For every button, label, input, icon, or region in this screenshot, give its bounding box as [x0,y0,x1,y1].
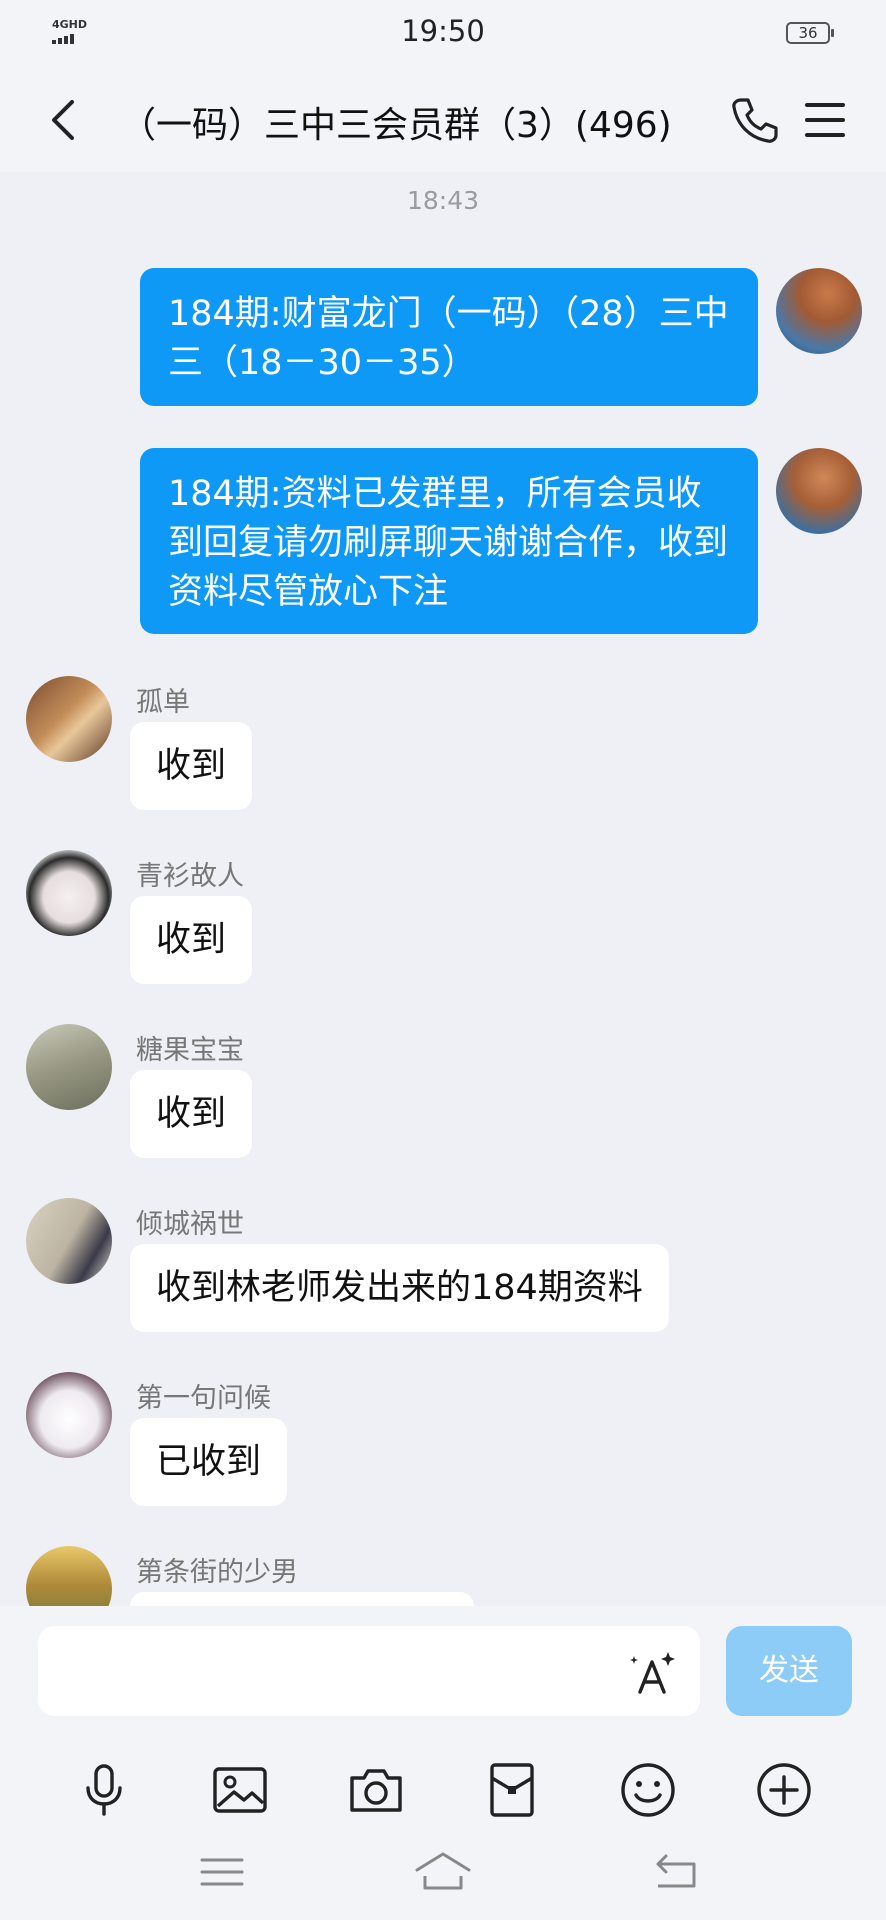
member-avatar[interactable] [26,1546,112,1606]
font-style-icon[interactable] [628,1650,678,1694]
battery-icon: 36 [786,22,834,44]
member-avatar[interactable] [26,1198,112,1284]
chat-header: （一码）三中三会员群（3）(496) [0,68,886,172]
member-name: 倾城祸世 [136,1209,244,1240]
send-button[interactable]: 发送 [726,1626,852,1716]
red-packet-icon[interactable] [482,1760,542,1820]
message-timestamp: 18:43 [406,186,480,215]
home-icon[interactable] [413,1842,473,1902]
member-name: 第条街的少男 [136,1557,298,1588]
received-message-bubble[interactable]: 收到 [130,1070,253,1158]
image-icon[interactable] [210,1760,270,1820]
camera-icon[interactable] [346,1760,406,1820]
member-name: 孤单 [136,687,190,718]
member-name: 第一句问候 [136,1383,271,1414]
my-avatar[interactable] [776,268,862,354]
sent-message-bubble[interactable]: 184期:财富龙门（一码）（28）三中三（18－30－35） [140,268,758,406]
input-bar: 发送 [0,1606,886,1920]
recent-apps-icon[interactable] [192,1842,252,1902]
back-icon[interactable] [44,98,84,142]
message-list[interactable]: 18:43 184期:财富龙门（一码）（28）三中三（18－30－35） 184… [0,172,886,1606]
back-nav-icon[interactable] [646,1842,706,1902]
member-avatar[interactable] [26,850,112,936]
emoji-icon[interactable] [618,1760,678,1820]
phone-icon[interactable] [728,94,780,146]
member-avatar[interactable] [26,1024,112,1110]
member-avatar[interactable] [26,676,112,762]
member-avatar[interactable] [26,1372,112,1458]
status-time: 19:50 [401,14,485,48]
status-bar: 4GHD 19:50 36 [0,0,886,68]
sent-message-bubble[interactable]: 184期:资料已发群里，所有会员收到回复请勿刷屏聊天谢谢合作，收到资料尽管放心下… [140,448,758,634]
received-message-bubble[interactable]: 收到 [130,722,253,810]
menu-icon[interactable] [804,100,846,140]
plus-icon[interactable] [754,1760,814,1820]
member-name: 糖果宝宝 [136,1035,244,1066]
chat-title: （一码）三中三会员群（3）(496) [120,105,672,146]
received-message-bubble[interactable]: 已收到 [130,1418,288,1506]
received-message-bubble[interactable] [130,1592,474,1606]
my-avatar[interactable] [776,448,862,534]
received-message-bubble[interactable]: 收到 [130,896,253,984]
mic-icon[interactable] [74,1760,134,1820]
message-input[interactable] [38,1626,700,1716]
received-message-bubble[interactable]: 收到林老师发出来的184期资料 [130,1244,669,1332]
member-name: 青衫故人 [136,861,244,892]
